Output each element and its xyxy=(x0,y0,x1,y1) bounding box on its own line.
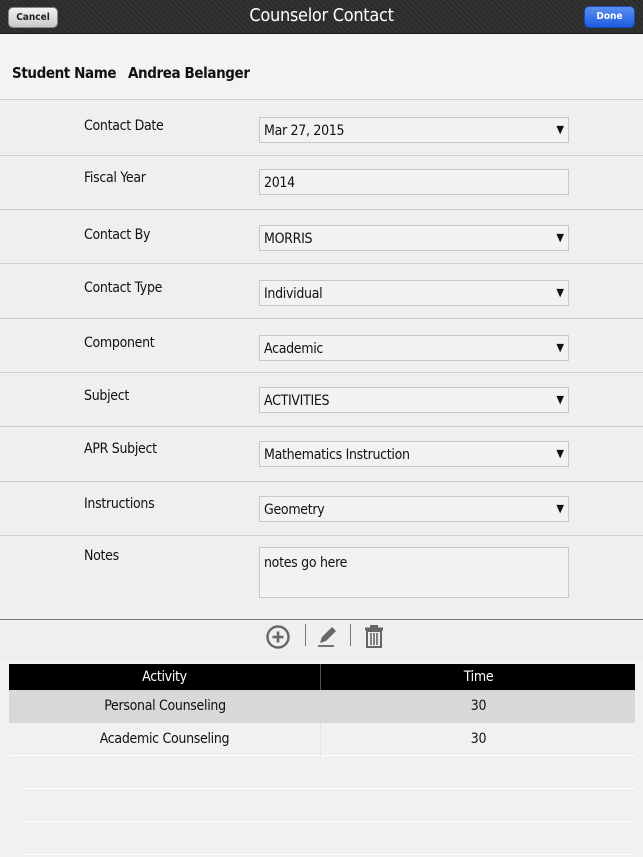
trash-icon[interactable] xyxy=(361,623,387,649)
time-cell: 30 xyxy=(470,731,487,747)
activity-toolbar xyxy=(0,620,643,660)
row-notes: Notes notes go here xyxy=(0,536,643,619)
student-header: Student Name Andrea Belanger xyxy=(0,34,643,100)
add-circle-icon[interactable] xyxy=(265,623,291,649)
component-value: Academic xyxy=(264,341,324,357)
column-header-time[interactable]: Time xyxy=(322,664,635,690)
contact-date-value: Mar 27, 2015 xyxy=(264,123,345,139)
subject-select[interactable]: ACTIVITIES ▼ xyxy=(259,387,569,413)
notes-value: notes go here xyxy=(264,555,348,571)
empty-table-row xyxy=(22,822,635,855)
fiscal-year-label: Fiscal Year xyxy=(84,170,146,186)
subject-value: ACTIVITIES xyxy=(264,393,330,409)
notes-textarea[interactable]: notes go here xyxy=(259,547,569,598)
table-row[interactable]: Academic Counseling 30 xyxy=(9,723,635,756)
row-contact-type: Contact Type Individual ▼ xyxy=(0,264,643,319)
row-component: Component Academic ▼ xyxy=(0,319,643,373)
activity-cell: Academic Counseling xyxy=(9,723,321,756)
contact-by-label: Contact By xyxy=(84,227,151,243)
time-cell: 30 xyxy=(470,698,487,714)
student-name-label: Student Name xyxy=(12,64,117,82)
empty-table-row xyxy=(22,756,635,789)
fiscal-year-input[interactable]: 2014 xyxy=(259,169,569,195)
instructions-label: Instructions xyxy=(84,496,155,512)
table-row[interactable]: Personal Counseling 30 xyxy=(9,690,635,723)
navigation-bar: Cancel Counselor Contact Done xyxy=(0,0,643,34)
row-instructions: Instructions Geometry ▼ xyxy=(0,482,643,536)
column-header-activity[interactable]: Activity xyxy=(9,664,321,690)
contact-type-label: Contact Type xyxy=(84,280,163,296)
instructions-select[interactable]: Geometry ▼ xyxy=(259,496,569,522)
dropdown-arrow-icon: ▼ xyxy=(556,341,564,354)
contact-by-value: MORRIS xyxy=(264,231,313,247)
activity-cell: Personal Counseling xyxy=(104,698,226,714)
dropdown-arrow-icon: ▼ xyxy=(556,393,564,406)
edit-pencil-icon[interactable] xyxy=(314,623,340,649)
contact-date-label: Contact Date xyxy=(84,118,164,134)
empty-table-row xyxy=(22,789,635,822)
dropdown-arrow-icon: ▼ xyxy=(556,447,564,460)
contact-date-select[interactable]: Mar 27, 2015 ▼ xyxy=(259,117,569,143)
row-fiscal-year: Fiscal Year 2014 xyxy=(0,156,643,210)
table-header: Activity Time xyxy=(9,664,635,690)
row-contact-date: Contact Date Mar 27, 2015 ▼ xyxy=(0,101,643,156)
component-label: Component xyxy=(84,335,155,351)
row-contact-by: Contact By MORRIS ▼ xyxy=(0,210,643,264)
contact-by-select[interactable]: MORRIS ▼ xyxy=(259,225,569,251)
dropdown-arrow-icon: ▼ xyxy=(556,123,564,136)
component-select[interactable]: Academic ▼ xyxy=(259,335,569,361)
row-apr-subject: APR Subject Mathematics Instruction ▼ xyxy=(0,427,643,482)
apr-subject-label: APR Subject xyxy=(84,441,157,457)
dropdown-arrow-icon: ▼ xyxy=(556,502,564,515)
done-button[interactable]: Done xyxy=(584,6,635,28)
student-name-value: Andrea Belanger xyxy=(128,64,250,82)
row-subject: Subject ACTIVITIES ▼ xyxy=(0,373,643,427)
dropdown-arrow-icon: ▼ xyxy=(556,231,564,244)
instructions-value: Geometry xyxy=(264,502,325,518)
contact-type-value: Individual xyxy=(264,286,323,302)
contact-type-select[interactable]: Individual ▼ xyxy=(259,280,569,306)
page-title: Counselor Contact xyxy=(249,5,394,26)
activity-table: Activity Time Personal Counseling 30 Aca… xyxy=(9,664,635,855)
toolbar-separator xyxy=(305,624,306,646)
dropdown-arrow-icon: ▼ xyxy=(556,286,564,299)
toolbar-separator xyxy=(350,624,351,646)
fiscal-year-value: 2014 xyxy=(264,175,295,191)
notes-label: Notes xyxy=(84,548,119,564)
apr-subject-value: Mathematics Instruction xyxy=(264,447,410,463)
apr-subject-select[interactable]: Mathematics Instruction ▼ xyxy=(259,441,569,467)
subject-label: Subject xyxy=(84,388,129,404)
